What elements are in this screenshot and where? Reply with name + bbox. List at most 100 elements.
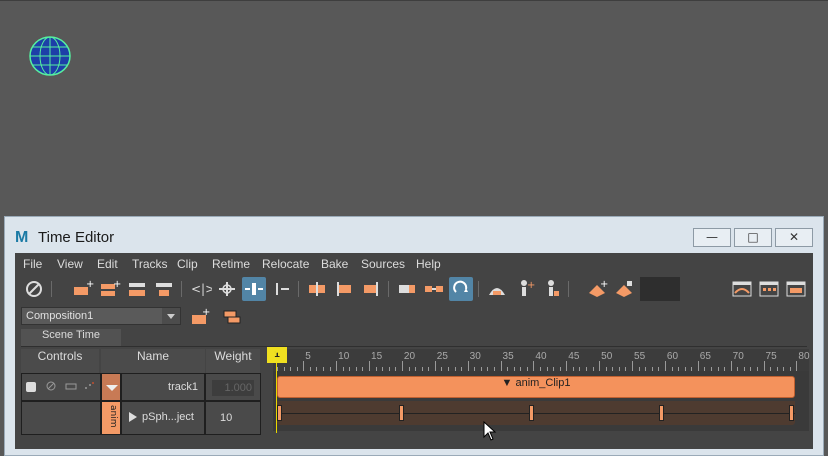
keyframe-marker[interactable] (658, 405, 664, 421)
title-bar[interactable]: M Time Editor — □ ✕ (5, 217, 823, 253)
new-composition-icon[interactable]: + (188, 305, 212, 329)
ghost-icon[interactable] (82, 379, 96, 393)
group-icon[interactable] (125, 277, 149, 301)
minimize-button[interactable]: — (693, 228, 731, 247)
animation-clip[interactable]: ▼ anim_Clip1 (277, 376, 795, 398)
add-track-icon[interactable]: + (71, 277, 95, 301)
trax-editor-icon[interactable] (784, 277, 808, 301)
clip-weight: 10 (205, 401, 261, 435)
ruler-tick (500, 361, 502, 371)
move-icon[interactable] (215, 277, 239, 301)
clip-row-name[interactable]: pSph...ject (121, 401, 205, 435)
menu-relocate[interactable]: Relocate (262, 257, 309, 271)
ruler-label: 15 (371, 351, 383, 362)
keyframe-marker[interactable] (528, 405, 534, 421)
svg-text:<|>: <|> (191, 282, 212, 296)
toolbar-separator (478, 281, 479, 297)
ruler-label: 10 (338, 351, 350, 362)
ruler-label: 20 (403, 351, 416, 362)
tab-scene-time[interactable]: Scene Time (21, 329, 121, 346)
composition-list-icon[interactable] (220, 305, 244, 329)
ruler-label: 25 (436, 351, 448, 362)
svg-text:+: + (86, 279, 94, 290)
character-icon[interactable] (539, 277, 563, 301)
ruler-label: 30 (469, 351, 481, 362)
ruler-label: 40 (535, 351, 547, 362)
window-title: Time Editor (38, 229, 115, 246)
audio-icon[interactable]: + (585, 277, 609, 301)
clip-collapse-icon[interactable]: ▼ (502, 377, 513, 389)
graph-editor-icon[interactable] (730, 277, 754, 301)
svg-text:+: + (600, 279, 608, 290)
viewport-top-edge (0, 0, 828, 1)
menu-view[interactable]: View (57, 257, 83, 271)
pose-icon[interactable] (485, 277, 509, 301)
mute-icon[interactable] (22, 277, 46, 301)
ruler-tick (369, 361, 371, 371)
solo-checkbox[interactable] (26, 382, 36, 392)
import-audio-icon[interactable] (612, 277, 636, 301)
toolbar-separator (181, 281, 182, 297)
composition-name: Composition1 (26, 310, 94, 322)
ruler-label: 75 (765, 351, 777, 362)
ruler-label: 65 (699, 351, 711, 362)
menu-bake[interactable]: Bake (321, 257, 348, 271)
add-tracks-icon[interactable]: + (98, 277, 122, 301)
toolbar-separator (568, 281, 569, 297)
ruler-label: 45 (568, 351, 580, 362)
chevron-right-icon[interactable] (128, 411, 138, 426)
mute-icon[interactable] (44, 379, 58, 393)
toolbar-separator (298, 281, 299, 297)
ungroup-icon[interactable] (152, 277, 176, 301)
ruler-tick (796, 361, 798, 371)
split-icon[interactable] (305, 277, 329, 301)
ruler-tick (632, 361, 634, 371)
sphere-wireframe-object[interactable] (28, 35, 72, 77)
snap-icon[interactable] (449, 277, 473, 301)
color-swatch[interactable] (640, 277, 680, 301)
maximize-button[interactable]: □ (734, 228, 772, 247)
add-character-icon[interactable]: + (512, 277, 536, 301)
toolbar-separator (388, 281, 389, 297)
blend-icon[interactable] (332, 277, 356, 301)
close-button[interactable]: ✕ (775, 228, 813, 247)
menu-sources[interactable]: Sources (361, 257, 405, 271)
trim-icon[interactable]: <|> (188, 277, 215, 301)
toolbar-separator (51, 281, 52, 297)
timeline-ruler[interactable]: 5 10 15 20 25 30 35 40 45 50 55 60 65 70 75 80 (273, 349, 810, 371)
dope-sheet-icon[interactable] (757, 277, 781, 301)
ruler-tick (664, 361, 666, 371)
crossfade-icon[interactable] (359, 277, 383, 301)
ruler-tick (599, 361, 601, 371)
hold-icon[interactable] (395, 277, 419, 301)
menu-file[interactable]: File (23, 257, 42, 271)
ripple-icon[interactable] (422, 277, 446, 301)
keyframe-marker[interactable] (277, 405, 282, 421)
scale-icon[interactable] (242, 277, 266, 301)
maya-logo-icon: M (15, 229, 29, 246)
track-expand-toggle[interactable] (101, 373, 121, 401)
clip-object-name: pSph...ject (142, 411, 194, 423)
composition-dropdown[interactable]: Composition1 (21, 307, 181, 325)
keyframe-marker[interactable] (398, 405, 404, 421)
toolbar: + + <|> + + (15, 275, 813, 303)
track-name[interactable]: track1 (121, 373, 205, 401)
keyframe-marker[interactable] (789, 405, 794, 421)
ruler-tick (763, 361, 765, 371)
loop-icon[interactable] (269, 277, 293, 301)
ruler-label: 5 (305, 351, 311, 362)
menu-clip[interactable]: Clip (177, 257, 198, 271)
lock-icon[interactable] (64, 379, 78, 393)
menu-retime[interactable]: Retime (212, 257, 250, 271)
menu-edit[interactable]: Edit (97, 257, 118, 271)
ruler-label: 60 (666, 351, 679, 362)
timeline-track-area: ▼ anim_Clip1 (273, 371, 809, 431)
time-editor-content: File View Edit Tracks Clip Retime Reloca… (15, 253, 813, 449)
track-weight-field[interactable]: 1.000 (212, 380, 254, 396)
menu-help[interactable]: Help (416, 257, 441, 271)
svg-text:+: + (527, 280, 535, 291)
header-weight: Weight (206, 349, 260, 373)
menu-tracks[interactable]: Tracks (132, 257, 168, 271)
ruler-label: 70 (732, 351, 744, 362)
svg-text:+: + (202, 307, 210, 318)
